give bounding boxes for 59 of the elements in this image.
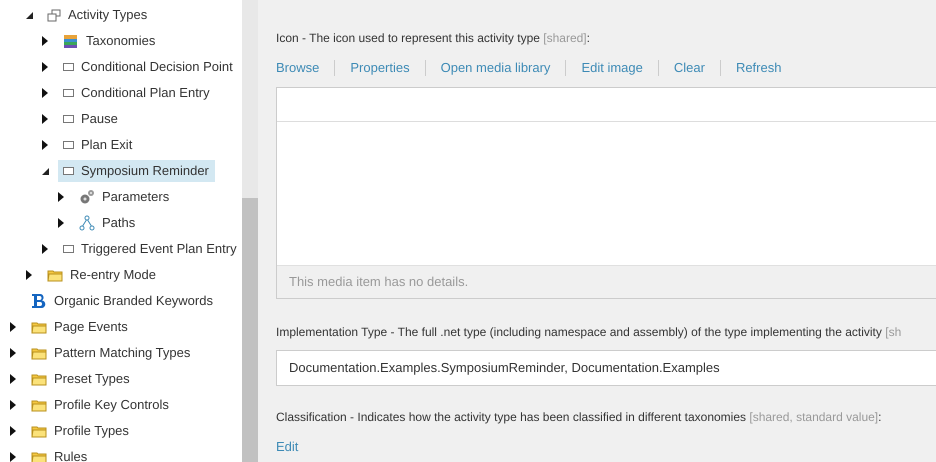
item-icon [63, 115, 74, 123]
item-icon [63, 89, 74, 97]
tree-item[interactable]: Profile Types [26, 420, 135, 442]
folder-icon [31, 372, 47, 386]
item-icon [63, 63, 74, 71]
tree-item[interactable]: Re-entry Mode [42, 264, 162, 286]
gears-icon [79, 189, 95, 205]
item-icon [63, 167, 74, 175]
tree-item[interactable]: Parameters [74, 186, 176, 208]
expand-icon[interactable] [10, 426, 16, 436]
expand-icon[interactable] [42, 244, 48, 254]
tree-item[interactable]: Pattern Matching Types [26, 342, 196, 364]
windows-icon [47, 8, 61, 22]
tree-item[interactable]: Triggered Event Plan Entry [58, 238, 242, 260]
media-details-text: This media item has no details. [289, 272, 468, 291]
expand-icon[interactable] [58, 218, 64, 228]
expand-icon[interactable] [10, 322, 16, 332]
tree-item[interactable]: Conditional Decision Point [58, 56, 239, 78]
expand-icon[interactable] [26, 270, 32, 280]
folder-icon [31, 424, 47, 438]
folder-icon [47, 268, 63, 282]
field-label: Icon - The icon used to represent this activity type [shared]: [276, 30, 591, 47]
letter-b-icon [31, 293, 47, 309]
item-icon [63, 245, 74, 253]
expand-icon[interactable] [42, 114, 48, 124]
tree-item[interactable]: Pause [58, 108, 124, 130]
expand-icon[interactable] [42, 140, 48, 150]
tree-item[interactable]: Organic Branded Keywords [26, 290, 219, 312]
tree-item[interactable]: Paths [74, 212, 142, 234]
folder-icon [31, 320, 47, 334]
input-field[interactable]: Documentation.Examples.SymposiumReminder, Documentation.Examples [276, 350, 936, 386]
folder-icon [31, 398, 47, 412]
expand-icon[interactable] [58, 192, 64, 202]
expand-icon[interactable] [10, 400, 16, 410]
tree-item[interactable]: Plan Exit [58, 134, 138, 156]
expand-icon[interactable] [10, 348, 16, 358]
books-icon [63, 34, 79, 48]
scrollbar-thumb[interactable] [242, 198, 258, 462]
folder-icon [31, 450, 47, 462]
field-label: Classification - Indicates how the activity type has been classified in different taxonomies [shared, standard value]: [276, 408, 882, 426]
expand-icon[interactable] [42, 88, 48, 98]
tree-item[interactable]: Symposium Reminder [58, 160, 215, 182]
expand-icon[interactable] [42, 62, 48, 72]
collapse-icon[interactable] [26, 12, 33, 18]
expand-icon[interactable] [10, 452, 16, 462]
field-label: Implementation Type - The full .net type (including namespace and assembly) of the type implementing the activity [sh [276, 324, 902, 340]
tree-item[interactable]: Conditional Plan Entry [58, 82, 216, 104]
expand-icon[interactable] [10, 374, 16, 384]
tree-item[interactable]: Page Events [26, 316, 134, 338]
collapse-icon[interactable] [42, 168, 49, 174]
item-icon [63, 141, 74, 149]
tree-item[interactable]: Activity Types [42, 4, 154, 26]
folder-icon [31, 346, 47, 360]
tree-item[interactable]: Preset Types [26, 368, 136, 390]
expand-icon[interactable] [42, 36, 48, 46]
nodes-icon [79, 215, 95, 231]
tree-item[interactable]: Taxonomies [58, 30, 162, 52]
tree-item[interactable]: Profile Key Controls [26, 394, 175, 416]
tree-item[interactable]: Rules [26, 446, 94, 462]
